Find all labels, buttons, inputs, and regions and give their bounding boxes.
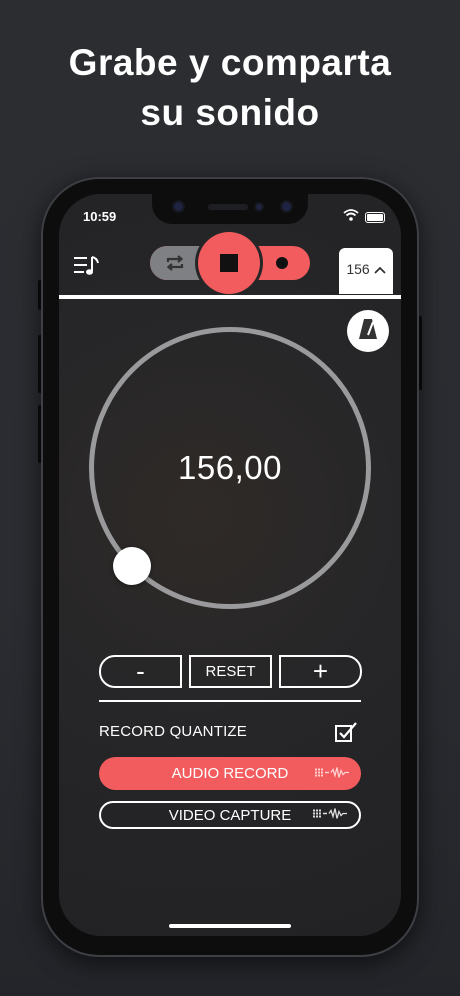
headline-line-1: Grabe y comparta bbox=[68, 42, 392, 83]
proximity-sensor bbox=[256, 204, 262, 210]
music-list-icon[interactable] bbox=[73, 254, 101, 280]
tempo-value: 156,00 bbox=[178, 449, 282, 486]
battery-icon bbox=[365, 211, 385, 223]
video-capture-button[interactable]: VIDEO CAPTURE bbox=[99, 801, 361, 829]
notch bbox=[152, 194, 308, 224]
headline-line-2: su sonido bbox=[140, 92, 320, 133]
audio-record-button[interactable]: AUDIO RECORD bbox=[99, 757, 361, 790]
reset-button[interactable]: RESET bbox=[189, 655, 272, 688]
front-camera-left bbox=[174, 202, 183, 211]
status-icons bbox=[343, 208, 385, 226]
video-capture-label: VIDEO CAPTURE bbox=[168, 806, 292, 824]
tempo-tab[interactable]: 156 bbox=[339, 248, 393, 294]
record-quantize-label: RECORD QUANTIZE bbox=[99, 723, 248, 740]
waveform-icon bbox=[313, 807, 347, 824]
waveform-icon bbox=[315, 765, 349, 782]
front-camera-right bbox=[282, 202, 291, 211]
stop-button[interactable] bbox=[198, 232, 260, 294]
audio-record-label: AUDIO RECORD bbox=[171, 765, 289, 782]
earpiece-speaker bbox=[208, 204, 248, 210]
status-time: 10:59 bbox=[83, 209, 117, 224]
tempo-tab-label: 156 bbox=[346, 261, 370, 277]
stop-icon bbox=[220, 254, 238, 272]
decrement-button[interactable]: - bbox=[99, 655, 182, 688]
app-screen: 10:59 156 156,00 - RESET + RECORD QUANTI… bbox=[59, 194, 401, 936]
metronome-button[interactable] bbox=[347, 310, 389, 352]
wifi-icon bbox=[343, 208, 359, 226]
divider bbox=[99, 700, 361, 702]
metronome-icon bbox=[357, 317, 379, 346]
record-dot-icon[interactable] bbox=[276, 257, 288, 269]
chevron-up-icon bbox=[374, 261, 386, 277]
dial-knob[interactable] bbox=[113, 547, 151, 585]
increment-button[interactable]: + bbox=[279, 655, 362, 688]
headline: Grabe y comparta su sonido bbox=[0, 38, 460, 138]
loop-icon bbox=[164, 254, 186, 277]
tab-underline bbox=[59, 295, 401, 299]
checkbox-checked-icon[interactable] bbox=[334, 721, 358, 748]
home-indicator[interactable] bbox=[169, 924, 291, 928]
